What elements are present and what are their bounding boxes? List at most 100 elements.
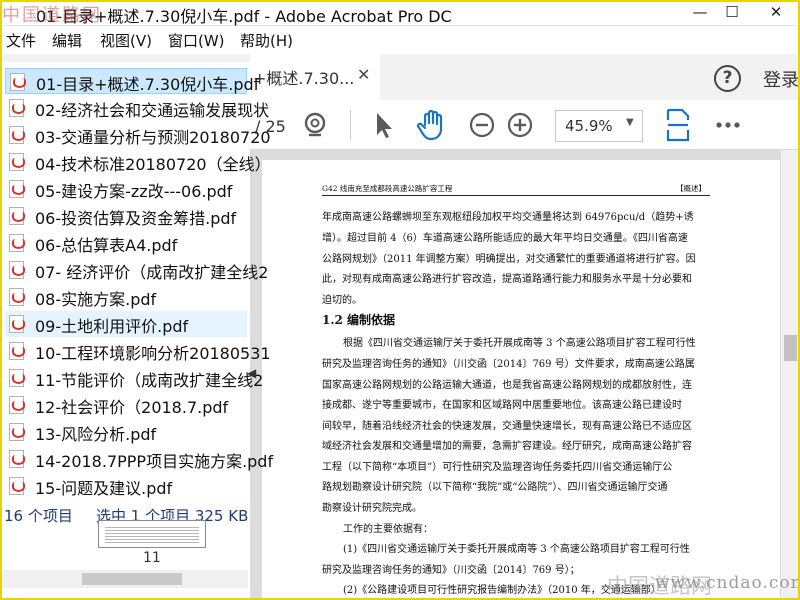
paragraph-line: 此，对现有成南高速公路进行扩容改造，提高道路通行能力和服务水平是十分必要和 [322, 274, 692, 285]
pdf-file-icon [9, 99, 25, 117]
menu-bar: 文件 编辑 视图(V) 窗口(W) 帮助(H) [0, 26, 800, 54]
paragraph-line: 公路网规划》（2011 年调整方案）明确提出，对交通繁忙的重要通道将进行扩容。因 [322, 254, 696, 265]
hand-tool-icon[interactable] [416, 108, 450, 142]
file-name: 10-工程环境影响分析20180531 [35, 344, 271, 363]
pdf-file-icon [9, 180, 25, 198]
pdf-file-icon [9, 234, 25, 252]
file-name: 11-节能评价（成南改扩建全线2 [35, 371, 264, 390]
menu-view[interactable]: 视图(V) [100, 30, 152, 51]
horizontal-scrollbar[interactable] [2, 570, 248, 588]
close-button[interactable]: ✕ [756, 0, 796, 26]
paragraph-line: 研究及监理咨询任务的通知》（川交函〔2014〕769 号）； [322, 565, 580, 576]
file-name: 15-问题及建议.pdf [35, 479, 173, 498]
thumbnail-preview [105, 525, 199, 543]
file-item[interactable]: 13-风险分析.pdf [5, 419, 247, 445]
file-item[interactable]: 08-实施方案.pdf [5, 284, 247, 310]
zoom-select[interactable]: 45.9% ▼ [555, 110, 643, 142]
file-item[interactable]: 10-工程环境影响分析20180531 [5, 338, 271, 364]
page-header-title: G42 线南充至成都段高速公路扩容工程 [322, 184, 453, 193]
file-name: 05-建设方案-zz改---06.pdf [35, 182, 233, 201]
paragraph-line: 国家高速公路网规划的公路运输大通道，也是我省高速公路网规划的成都放射性，连 [322, 380, 692, 391]
scrollbar-thumb[interactable] [784, 335, 797, 361]
file-name: 09-土地利用评价.pdf [35, 317, 189, 336]
document-tab-label: +概述.7.30... [253, 69, 355, 88]
zoom-in-icon[interactable] [506, 111, 534, 139]
pdf-file-icon [10, 73, 26, 91]
header-rule [322, 195, 710, 196]
file-item[interactable]: 11-节能评价（成南改扩建全线2 [5, 365, 263, 391]
file-item[interactable]: 05-建设方案-zz改---06.pdf [5, 176, 247, 202]
menu-help[interactable]: 帮助(H) [240, 30, 293, 51]
file-item[interactable]: 06-投资估算及资金筹措.pdf [5, 203, 247, 229]
paragraph-line: 迫切的。 [322, 295, 362, 306]
paragraph-line: (1)《四川省交通运输厅关于委托开展成南等 3 个高速公路项目扩容工程可行性 [343, 544, 690, 555]
file-name: 06-总估算表A4.pdf [35, 236, 178, 255]
file-name: 12-社会评价（2018.7.pdf [35, 398, 229, 417]
screen: 01-目录+概述.7.30倪小车.pdf - Adobe Acrobat Pro… [0, 0, 800, 600]
section-heading: 1.2 编制依据 [322, 313, 396, 327]
pdf-file-icon [9, 342, 25, 360]
pdf-file-icon [9, 288, 25, 306]
zoom-search-icon[interactable] [300, 110, 330, 140]
scrollbar-thumb[interactable] [82, 573, 182, 585]
paragraph-line: 增）。超过目前 4（6）车道高速公路所能适应的最大年平均日交通量。《四川省高速 [322, 233, 688, 244]
pdf-file-icon [9, 369, 25, 387]
page-thumbnail[interactable] [98, 520, 206, 548]
paragraph-line: 年成南高速公路螺蛳坝至东观枢纽段加权平均交通量将达到 64976pcu/d（趋势… [322, 212, 694, 223]
pdf-file-icon [9, 315, 25, 333]
thumbnail-page-number: 11 [143, 550, 161, 566]
paragraph-line: 工程（以下简称“本项目”）可行性研究及监理咨询任务委托四川省交通运输厅公 [322, 462, 673, 473]
menu-file[interactable]: 文件 [6, 30, 36, 51]
maximize-button[interactable]: ☐ [712, 0, 752, 26]
menu-window[interactable]: 窗口(W) [168, 30, 225, 51]
paragraph-line: 域经济社会发展和交通量增加的需要，急需扩容建设。经厅研究，成南高速公路扩容 [322, 441, 692, 452]
select-arrow-icon[interactable] [372, 110, 396, 140]
help-icon[interactable]: ? [714, 65, 741, 92]
file-item[interactable]: 02-经济社会和交通运输发展现状 [5, 95, 269, 121]
watermark-bottom-right-url: www.cndao.com [655, 573, 800, 593]
paragraph-line: 根据《四川省交通运输厅关于委托开展成南等 3 个高速公路项目扩容工程可行性 [343, 338, 696, 349]
paragraph-line: 工作的主要依据有： [343, 524, 433, 535]
pdf-file-icon [9, 126, 25, 144]
pdf-file-icon [9, 261, 25, 279]
file-item[interactable]: 06-总估算表A4.pdf [5, 230, 247, 256]
paragraph-line: 接成都、遂宁等重要城市，在国家和区域路网中居重要地位。该高速公路已建设时 [322, 400, 682, 411]
item-count: 16 个项目 [4, 507, 73, 525]
zoom-value: 45.9% [565, 117, 613, 135]
file-name: 14-2018.7PPP项目实施方案.pdf [35, 452, 274, 471]
file-item[interactable]: 12-社会评价（2018.7.pdf [5, 392, 247, 418]
collapse-pane-icon[interactable]: ◀ [247, 366, 256, 380]
file-item[interactable]: 15-问题及建议.pdf [5, 473, 247, 499]
chevron-down-icon: ▼ [626, 117, 634, 128]
file-name: 07- 经济评价（成南改扩建全线2 [35, 263, 269, 282]
vertical-scrollbar[interactable] [781, 150, 800, 600]
pdf-file-icon [9, 207, 25, 225]
paragraph-line: 勘察设计研究院完成。 [322, 503, 422, 514]
pdf-file-icon [9, 450, 25, 468]
document-tab-close-icon[interactable]: ✕ [357, 65, 370, 84]
pdf-file-icon [9, 153, 25, 171]
pdf-file-icon [9, 396, 25, 414]
fit-page-icon[interactable] [664, 108, 692, 142]
menu-edit[interactable]: 编辑 [52, 30, 82, 51]
pdf-file-icon [9, 423, 25, 441]
file-name: 08-实施方案.pdf [35, 290, 157, 309]
file-item[interactable]: 01-目录+概述.7.30倪小车.pdf [5, 68, 259, 94]
file-item[interactable]: 07- 经济评价（成南改扩建全线2 [5, 257, 268, 283]
toolbar-separator [350, 110, 351, 140]
zoom-out-icon[interactable] [468, 111, 496, 139]
file-name: 03-交通量分析与预测20180720 [35, 128, 271, 147]
watermark-top-left: 中国道路网 [2, 5, 102, 26]
login-button[interactable]: 登录 [763, 66, 799, 92]
file-item[interactable]: 14-2018.7PPP项目实施方案.pdf [5, 446, 273, 472]
paragraph-line: 间较早，随着沿线经济社会的快速发展，交通量快速增长，现有高速公路已不适应区 [322, 421, 692, 432]
more-icon[interactable] [714, 118, 742, 132]
file-name: 02-经济社会和交通运输发展现状 [35, 101, 270, 120]
document-tab[interactable]: +概述.7.30... ✕ [250, 54, 380, 100]
file-item[interactable]: 04-技术标准20180720（全线） [5, 149, 271, 175]
file-item[interactable]: 09-土地利用评价.pdf [5, 311, 247, 337]
file-name: 01-目录+概述.7.30倪小车.pdf [36, 75, 260, 94]
file-item[interactable]: 03-交通量分析与预测20180720 [5, 122, 271, 148]
file-name: 13-风险分析.pdf [35, 425, 157, 444]
file-name: 06-投资估算及资金筹措.pdf [35, 209, 237, 228]
